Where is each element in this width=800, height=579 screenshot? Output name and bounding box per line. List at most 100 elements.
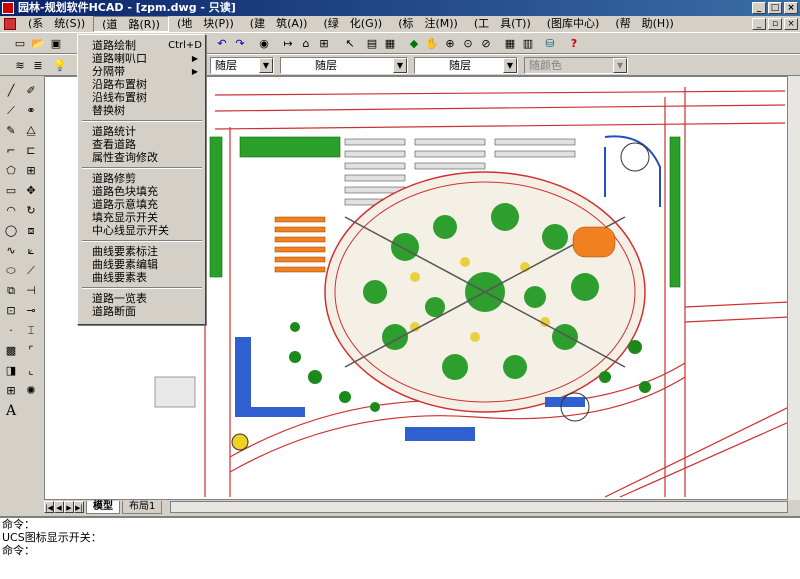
menu-item-road-section[interactable]: 道路断面 (92, 305, 202, 318)
layer-states-icon[interactable]: ≣ (30, 58, 46, 74)
app-icon[interactable] (2, 2, 14, 14)
spline-icon[interactable]: ∿ (2, 242, 20, 260)
layer-manager-icon[interactable]: ≋ (12, 58, 28, 74)
vertical-scrollbar[interactable] (788, 76, 800, 500)
table-icon[interactable]: ⊞ (2, 382, 20, 400)
menu-system[interactable]: (系 统(S)) (20, 16, 93, 32)
array-icon[interactable]: ⊞ (22, 162, 40, 180)
mirror-icon[interactable]: ⧋ (22, 122, 40, 140)
distance-icon[interactable]: ↦ (280, 36, 296, 52)
menu-item-curve-edit[interactable]: 曲线要素编辑 (92, 258, 202, 271)
menu-building[interactable]: (建 筑(A)) (242, 16, 316, 32)
erase-icon[interactable]: ✐ (22, 82, 40, 100)
menu-library[interactable]: (图库中心) (539, 16, 608, 32)
area-icon[interactable]: ⌂ (298, 36, 314, 52)
redo-icon[interactable]: ↷ (232, 36, 248, 52)
menu-item-road-color-fill[interactable]: 道路色块填充 (92, 185, 202, 198)
explode-icon[interactable]: ✺ (22, 382, 40, 400)
polygon-icon[interactable]: ⬠ (2, 162, 20, 180)
open-folder-icon[interactable]: 📂 (30, 36, 46, 52)
make-block-icon[interactable]: ⊡ (2, 302, 20, 320)
globe-icon[interactable]: ◉ (256, 36, 272, 52)
pointer-icon[interactable]: ↖ (342, 36, 358, 52)
doc-restore-button[interactable]: ▫ (768, 18, 782, 30)
menu-item-curve-table[interactable]: 曲线要素表 (92, 271, 202, 284)
undo-icon[interactable]: ↶ (214, 36, 230, 52)
tab-model[interactable]: 模型 (86, 500, 120, 514)
zoom-window-icon[interactable]: ⊙ (460, 36, 476, 52)
menu-item-median[interactable]: 分隔带 ▶ (92, 65, 202, 78)
menu-tools[interactable]: (工 具(T)) (466, 16, 539, 32)
calculator-icon[interactable]: ▥ (520, 36, 536, 52)
doc-close-button[interactable]: × (784, 18, 798, 30)
menu-plot[interactable]: (地 块(P)) (169, 16, 242, 32)
copy-icon[interactable]: ⚭ (22, 102, 40, 120)
menu-item-property-query[interactable]: 属性查询修改 (92, 151, 202, 164)
doc-minimize-button[interactable]: _ (752, 18, 766, 30)
next-tab-icon[interactable]: ▶ (64, 501, 74, 513)
properties-icon[interactable]: ▤ (364, 36, 380, 52)
menu-road[interactable]: (道 路(R)) (93, 16, 169, 32)
menu-greening[interactable]: (绿 化(G)) (315, 16, 390, 32)
color-combo[interactable]: 随层 ▼ (210, 57, 274, 74)
line-icon[interactable]: ╱ (2, 82, 20, 100)
first-tab-icon[interactable]: |◀ (44, 501, 54, 513)
construction-line-icon[interactable]: ⟋ (2, 102, 20, 120)
menu-item-road-trim[interactable]: 道路修剪 (92, 172, 202, 185)
menu-item-view-road[interactable]: 查看道路 (92, 138, 202, 151)
lineweight-combo[interactable]: 随层 ▼ (414, 57, 518, 74)
new-file-icon[interactable]: ▭ (12, 36, 28, 52)
stretch-icon[interactable]: ⟀ (22, 242, 40, 260)
move-icon[interactable]: ✥ (22, 182, 40, 200)
chevron-down-icon[interactable]: ▼ (503, 58, 517, 73)
menu-item-road-draw[interactable]: 道路绘制 Ctrl+D (92, 39, 202, 52)
maximize-button[interactable]: □ (768, 2, 782, 14)
menu-item-road-statistics[interactable]: 道路统计 (92, 125, 202, 138)
prev-tab-icon[interactable]: ◀ (54, 501, 64, 513)
text-icon[interactable]: A (2, 402, 20, 420)
trim-icon[interactable]: ⊣ (22, 282, 40, 300)
minimize-button[interactable]: _ (752, 2, 766, 14)
region-icon[interactable]: ◨ (2, 362, 20, 380)
menu-item-road-schematic-fill[interactable]: 道路示意填充 (92, 198, 202, 211)
horizontal-scrollbar[interactable] (170, 501, 788, 513)
menu-help[interactable]: (帮 助(H)) (607, 16, 681, 32)
offset-icon[interactable]: ⊏ (22, 142, 40, 160)
insert-block-icon[interactable]: ⧉ (2, 282, 20, 300)
document-icon[interactable] (4, 18, 16, 30)
hatch-icon[interactable]: ▩ (2, 342, 20, 360)
break-icon[interactable]: ⌶ (22, 322, 40, 340)
view-icon[interactable]: ◆ (406, 36, 422, 52)
scale-icon[interactable]: ⧈ (22, 222, 40, 240)
pencil-icon[interactable]: ✎ (2, 122, 20, 140)
database-icon[interactable]: ⛁ (542, 36, 558, 52)
pan-icon[interactable]: ✋ (424, 36, 440, 52)
help-icon[interactable]: ? (566, 36, 582, 52)
menu-item-replace-trees[interactable]: 替换树 (92, 104, 202, 117)
menu-item-road-flare[interactable]: 道路喇叭口 ▶ (92, 52, 202, 65)
save-icon[interactable]: ▣ (48, 36, 64, 52)
last-tab-icon[interactable]: ▶| (74, 501, 84, 513)
menu-item-curve-annotate[interactable]: 曲线要素标注 (92, 245, 202, 258)
chamfer-icon[interactable]: ⌜ (22, 342, 40, 360)
chevron-down-icon[interactable]: ▼ (259, 58, 273, 73)
menu-item-fill-display-toggle[interactable]: 填充显示开关 (92, 211, 202, 224)
tab-layout1[interactable]: 布局1 (122, 500, 163, 514)
fillet-icon[interactable]: ⌞ (22, 362, 40, 380)
rectangle-icon[interactable]: ▭ (2, 182, 20, 200)
layer-on-icon[interactable]: 💡 (52, 58, 68, 74)
arc-icon[interactable]: ◠ (2, 202, 20, 220)
command-window[interactable]: 命令： UCS图标显示开关： 命令： (0, 516, 800, 579)
menu-item-road-list[interactable]: 道路一览表 (92, 292, 202, 305)
command-prompt[interactable]: 命令： (0, 544, 800, 557)
zoom-previous-icon[interactable]: ⊘ (478, 36, 494, 52)
point-icon[interactable]: · (2, 322, 20, 340)
circle-icon[interactable]: ◯ (2, 222, 20, 240)
extend-icon[interactable]: ⊸ (22, 302, 40, 320)
lengthen-icon[interactable]: ⟋ (22, 262, 40, 280)
close-button[interactable]: × (784, 2, 798, 14)
grid-icon[interactable]: ▦ (502, 36, 518, 52)
linetype-combo[interactable]: 随层 ▼ (280, 57, 408, 74)
measure-icon[interactable]: ⊞ (316, 36, 332, 52)
design-center-icon[interactable]: ▦ (382, 36, 398, 52)
